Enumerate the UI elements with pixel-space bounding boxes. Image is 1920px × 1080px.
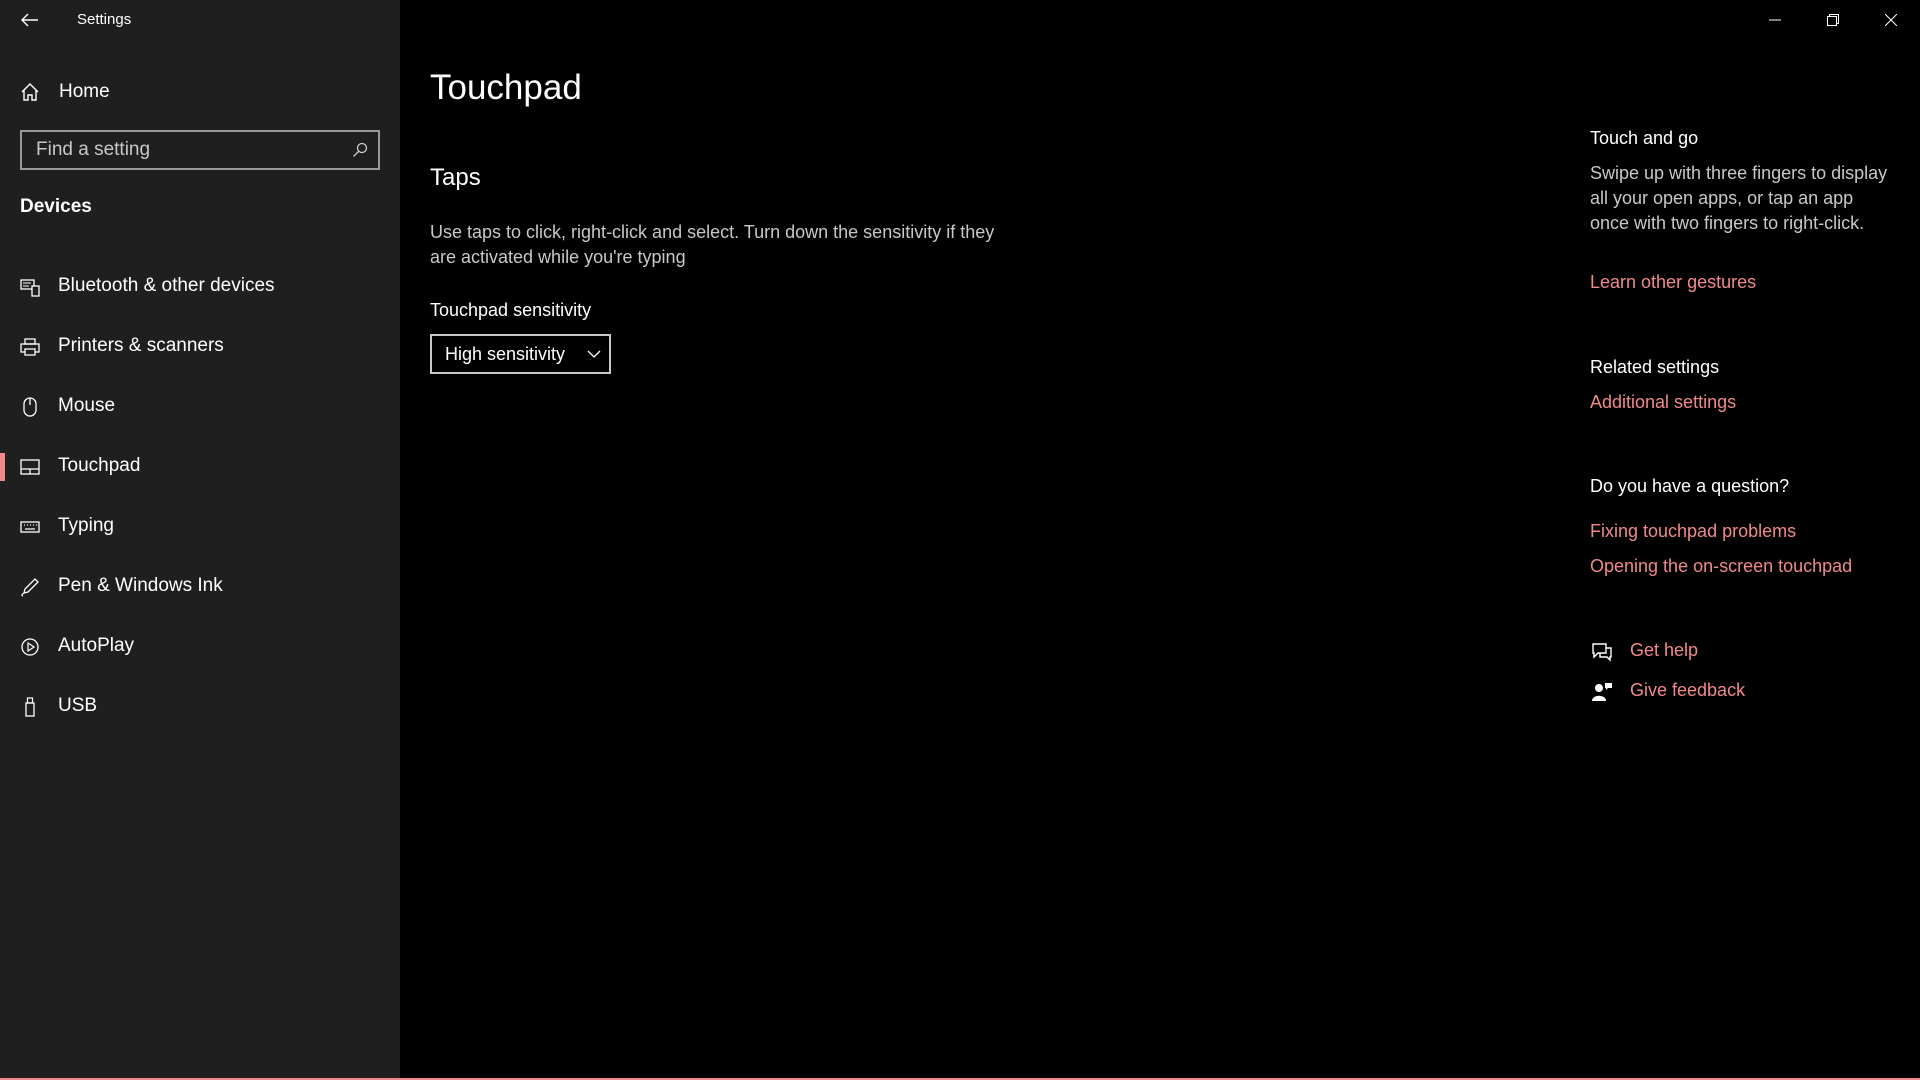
touch-and-go-heading: Touch and go (1590, 128, 1699, 148)
sensitivity-label: Touchpad sensitivity (430, 300, 592, 320)
fixing-touchpad-link[interactable]: Fixing touchpad problems (1590, 521, 1796, 542)
mouse-icon (20, 397, 40, 417)
taps-description: Use taps to click, right-click and selec… (430, 222, 995, 267)
sidebar-item-label: Typing (58, 515, 114, 536)
page-title: Touchpad (430, 68, 582, 107)
keyboard-icon (20, 517, 40, 537)
back-arrow-icon (21, 13, 38, 27)
sidebar-item-label: Touchpad (58, 455, 141, 476)
bluetooth-devices-icon (20, 277, 40, 297)
title-bar: Settings (0, 0, 400, 40)
sidebar-item-label: Home (59, 81, 110, 102)
sidebar-nav: Bluetooth & other devices Printers & sca… (0, 257, 400, 737)
sidebar-item-pen[interactable]: Pen & Windows Ink (0, 557, 400, 617)
get-help-link[interactable]: Get help (1590, 638, 1830, 666)
related-settings-heading: Related settings (1590, 357, 1720, 377)
sidebar-item-label: AutoPlay (58, 635, 135, 656)
onscreen-touchpad-link[interactable]: Opening the on-screen touchpad (1590, 556, 1852, 577)
sidebar-item-typing[interactable]: Typing (0, 497, 400, 557)
section-title: Devices (20, 196, 92, 217)
sensitivity-dropdown[interactable]: High sensitivity (430, 334, 611, 374)
search-box (20, 130, 380, 170)
sidebar-item-home[interactable]: Home (0, 72, 400, 112)
learn-gestures-link[interactable]: Learn other gestures (1590, 272, 1756, 293)
usb-icon (20, 697, 40, 717)
search-input[interactable] (22, 132, 342, 168)
touchpad-icon (20, 457, 40, 477)
give-feedback-label: Give feedback (1630, 680, 1746, 700)
search-icon[interactable] (342, 132, 378, 168)
main-content: Touchpad Taps Use taps to click, right-c… (430, 0, 1530, 1080)
give-feedback-link[interactable]: Give feedback (1590, 678, 1830, 706)
sidebar-item-printers[interactable]: Printers & scanners (0, 317, 400, 377)
get-help-label: Get help (1630, 640, 1699, 660)
printer-icon (20, 337, 40, 357)
back-button[interactable] (14, 6, 46, 34)
sidebar-item-touchpad[interactable]: Touchpad (0, 437, 400, 497)
sidebar-item-label: Pen & Windows Ink (58, 575, 223, 596)
sidebar-item-label: Bluetooth & other devices (58, 275, 275, 296)
chat-help-icon (1590, 640, 1614, 664)
sidebar-item-mouse[interactable]: Mouse (0, 377, 400, 437)
app-title: Settings (77, 11, 132, 28)
sidebar-item-usb[interactable]: USB (0, 677, 400, 737)
question-heading: Do you have a question? (1590, 476, 1790, 496)
pen-icon (20, 577, 40, 597)
sidebar-item-label: Mouse (58, 395, 116, 416)
home-icon (20, 82, 40, 107)
sidebar-item-label: Printers & scanners (58, 335, 224, 356)
feedback-icon (1590, 680, 1614, 704)
related-panel: Touch and go Swipe up with three fingers… (1590, 0, 1910, 1080)
dropdown-value: High sensitivity (445, 343, 566, 364)
sidebar-item-bluetooth[interactable]: Bluetooth & other devices (0, 257, 400, 317)
selection-indicator (0, 453, 5, 481)
sidebar: Settings Home Devices (0, 0, 400, 1078)
touch-and-go-text: Swipe up with three fingers to display a… (1590, 163, 1888, 233)
sidebar-item-autoplay[interactable]: AutoPlay (0, 617, 400, 677)
taps-heading: Taps (430, 164, 481, 191)
chevron-down-icon (579, 336, 609, 372)
autoplay-icon (20, 637, 40, 657)
sidebar-item-label: USB (58, 695, 98, 716)
additional-settings-link[interactable]: Additional settings (1590, 392, 1736, 413)
settings-window: Settings Home Devices (0, 0, 1920, 1080)
